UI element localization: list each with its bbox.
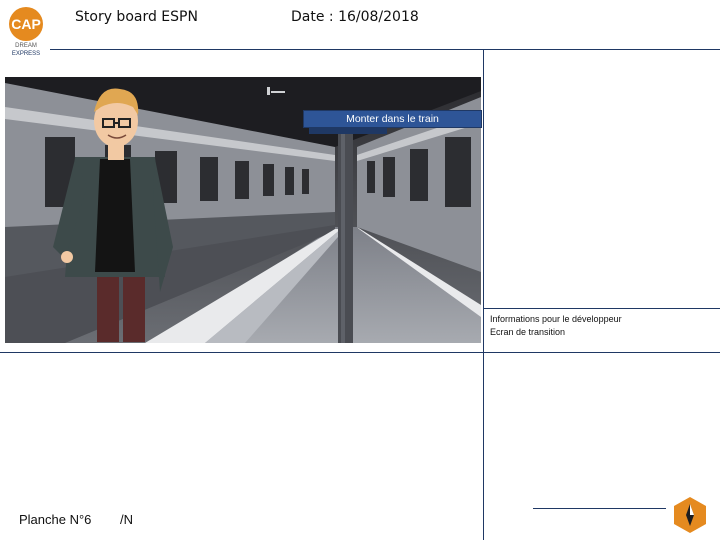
svg-text:CAP: CAP [11, 16, 41, 32]
svg-text:EXPRESS: EXPRESS [12, 51, 40, 56]
brand-logo: CAP DREAM EXPRESS [6, 4, 46, 57]
info-top-rule [484, 308, 720, 309]
compass-badge-icon [673, 496, 707, 534]
scene-bottom-rule [0, 352, 720, 353]
signature-line [533, 508, 666, 509]
developer-info-heading: Informations pour le développeur [490, 314, 622, 324]
header-rule [50, 49, 720, 50]
svg-text:DREAM: DREAM [15, 43, 37, 49]
storyboard-title: Story board ESPN [75, 9, 198, 25]
developer-info-panel: Informations pour le développeur Ecran d… [490, 313, 622, 339]
developer-info-note: Ecran de transition [490, 327, 566, 337]
scene-action-label: Monter dans le train [303, 110, 482, 128]
plate-number: Planche N°6 [19, 512, 92, 527]
page-number: /N [120, 512, 133, 527]
storyboard-date: Date : 16/08/2018 [291, 9, 419, 25]
vertical-divider [483, 50, 484, 540]
